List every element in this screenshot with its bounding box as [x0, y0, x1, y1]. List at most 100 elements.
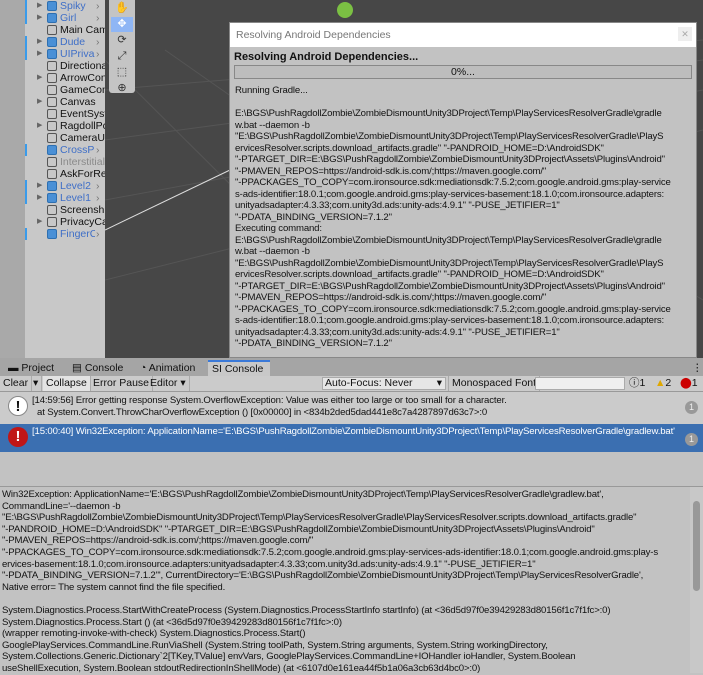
dialog-heading: Resolving Android Dependencies... [234, 51, 419, 63]
hierarchy-item[interactable]: ▶ Dude › [25, 36, 105, 48]
hierarchy-item[interactable]: ▶ Girl › [25, 12, 105, 24]
chevron-right-icon[interactable]: › [95, 0, 100, 12]
warning-filter[interactable]: ▲2 [655, 377, 671, 390]
editor-dropdown[interactable]: Editor ▾ [147, 376, 190, 391]
rect-tool-icon[interactable]: ⬚ [111, 65, 133, 80]
info-filter[interactable]: ⓘ1 [629, 377, 645, 390]
hierarchy-item[interactable]: EventSyst [25, 108, 108, 120]
gameobject-icon [47, 25, 57, 35]
chevron-right-icon[interactable]: › [95, 192, 100, 204]
console-toolbar: Clear ▾ Collapse Error Pause Editor ▾ Au… [0, 376, 703, 392]
hierarchy-item-label: Screensh [60, 204, 105, 216]
chevron-right-icon[interactable]: › [95, 180, 100, 192]
gameobject-icon [47, 193, 57, 203]
scale-tool-icon[interactable]: ⤢ [111, 49, 133, 64]
tab-animation[interactable]: ◔ Animation [136, 361, 199, 376]
more-options-icon[interactable]: ⋮ [688, 361, 703, 376]
selection-marker [25, 0, 27, 12]
warning-count: 2 [665, 377, 672, 389]
hierarchy-item[interactable]: Main Cam [25, 24, 108, 36]
hierarchy-item[interactable]: ▶ Spiky › [25, 0, 105, 12]
search-input[interactable] [535, 377, 625, 390]
close-icon[interactable]: ✕ [678, 27, 692, 41]
gameobject-icon [47, 1, 57, 11]
gameobject-icon [47, 229, 57, 239]
expand-arrow-icon[interactable]: ▶ [37, 120, 42, 132]
gameobject-icon [47, 145, 57, 155]
hierarchy-item-label: Directiona [60, 60, 108, 72]
selection-marker [25, 180, 27, 192]
expand-arrow-icon[interactable]: ▶ [37, 72, 42, 84]
hierarchy-item-label: EventSyst [60, 108, 108, 120]
hierarchy-item[interactable]: ▶ Level2 › [25, 180, 105, 192]
selection-marker [25, 228, 27, 240]
expand-arrow-icon[interactable]: ▶ [37, 48, 42, 60]
hierarchy-item[interactable]: ▶ RagdollPc [25, 120, 108, 132]
detail-scrollbar[interactable] [690, 487, 703, 673]
selection-marker [25, 144, 27, 156]
hierarchy-item-label: Dude [60, 36, 86, 48]
expand-arrow-icon[interactable]: ▶ [37, 180, 42, 192]
expand-arrow-icon[interactable]: ▶ [37, 96, 42, 108]
error-filter[interactable]: ⬤1 [680, 377, 698, 390]
selection-marker [25, 36, 27, 48]
log-entry-selected[interactable]: ! [15:00:40] Win32Exception: Application… [0, 424, 703, 452]
tab-label: Console [84, 362, 124, 374]
clear-button[interactable]: Clear [0, 376, 33, 391]
scene-gizmo[interactable] [337, 2, 353, 18]
scrollbar-thumb[interactable] [693, 501, 700, 591]
chevron-right-icon[interactable]: › [95, 36, 100, 48]
resolving-dependencies-dialog: Resolving Android Dependencies ✕ Resolvin… [229, 22, 697, 358]
error-count: 1 [691, 377, 698, 389]
hierarchy-item-label: AskForRe [60, 168, 107, 180]
monospaced-font-toggle[interactable]: Monospaced Font [448, 376, 541, 391]
info-icon: ! [8, 396, 28, 416]
hierarchy-item[interactable]: GameCon [25, 84, 108, 96]
expand-arrow-icon[interactable]: ▶ [37, 0, 42, 12]
warning-icon: ▲ [655, 377, 666, 389]
tab-project[interactable]: ▬ Project [4, 361, 58, 376]
editor-label: Editor [150, 377, 178, 389]
gradle-log: Running Gradle... E:\BGS\PushRagdollZomb… [235, 85, 671, 349]
clear-dropdown-icon[interactable]: ▾ [30, 376, 43, 391]
expand-arrow-icon[interactable]: ▶ [37, 12, 42, 24]
hierarchy-item[interactable]: ▶ ArrowCon [25, 72, 107, 84]
hierarchy-item[interactable]: AskForRe [25, 168, 107, 180]
transform-tool-icon[interactable]: ⊕ [111, 81, 133, 96]
hand-tool-icon[interactable]: ✋ [111, 1, 133, 16]
tab-si-console[interactable]: SI Console [208, 360, 270, 376]
hierarchy-item[interactable]: CrossP › [25, 144, 105, 156]
rotate-tool-icon[interactable]: ⟳ [111, 33, 133, 48]
tab-console[interactable]: ▤ Console [68, 361, 127, 376]
hierarchy-item[interactable]: CameraUI [25, 132, 108, 144]
hierarchy-item[interactable]: Directiona [25, 60, 108, 72]
move-tool-icon[interactable]: ✥ [111, 17, 133, 32]
log-entry[interactable]: ! [14:59:56] Error getting response Syst… [0, 392, 703, 424]
expand-arrow-icon[interactable]: ▶ [37, 192, 42, 204]
gameobject-icon [47, 157, 57, 167]
chevron-right-icon[interactable]: › [95, 228, 100, 240]
hierarchy-item[interactable]: ▶ Canvas [25, 96, 105, 108]
expand-arrow-icon[interactable]: ▶ [37, 216, 42, 228]
hierarchy-item-label: RagdollPc [60, 120, 108, 132]
chevron-down-icon: ▾ [436, 377, 442, 389]
log-list-empty-area [0, 452, 703, 487]
entry-count: 1 [685, 401, 698, 414]
collapse-button[interactable]: Collapse [43, 376, 91, 391]
bottom-tab-bar: ▬ Project ▤ Console ◔ Animation SI Conso… [0, 358, 703, 376]
hierarchy-item[interactable]: Interstitial [25, 156, 105, 168]
gameobject-icon [47, 49, 57, 59]
chevron-right-icon[interactable]: › [95, 144, 100, 156]
expand-arrow-icon[interactable]: ▶ [37, 36, 42, 48]
chevron-right-icon[interactable]: › [95, 48, 100, 60]
hierarchy-item[interactable]: ▶ UIPriva › [25, 48, 105, 60]
hierarchy-item[interactable]: ▶ Level1 › [25, 192, 105, 204]
chevron-right-icon[interactable]: › [95, 12, 100, 24]
info-icon: ⓘ [629, 377, 640, 389]
hierarchy-item-label: Interstitial [60, 156, 105, 168]
hierarchy-item[interactable]: Screensh [25, 204, 105, 216]
error-pause-button[interactable]: Error Pause [90, 376, 154, 391]
hierarchy-item[interactable]: ▶ PrivacyCa [25, 216, 108, 228]
hierarchy-item[interactable]: FingerC › [25, 228, 105, 240]
autofocus-select[interactable]: Auto-Focus: Never ▾ [322, 377, 446, 390]
